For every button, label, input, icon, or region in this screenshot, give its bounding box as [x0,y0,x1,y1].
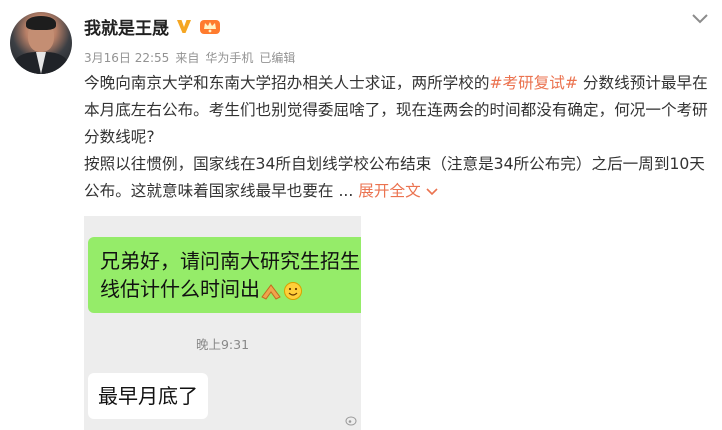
chat-timestamp: 晚上9:31 [195,337,250,352]
chat-message-line-2: 线估计什么时间出 [100,277,260,301]
author-name[interactable]: 我就是王晟 [84,14,169,39]
avatar[interactable] [10,12,72,74]
post-menu-chevron-icon[interactable] [690,12,710,26]
expand-label[interactable]: 展开全文 [358,182,420,200]
post-paragraph-1: 今晚向南京大学和东南大学招办相关人士求证，两所学校的#考研复试# 分数线预计最早… [84,70,712,151]
chat-message-line-1: 兄弟好，请问南大研究生招生分数 [100,249,361,273]
chat-bubble-received: 最早月底了 [88,373,208,419]
weibo-watermark-icon [345,416,357,426]
chat-reply-text: 最早月底了 [98,384,198,408]
post-date[interactable]: 3月16日 22:55 [84,49,169,66]
vip-crown-icon[interactable] [199,17,221,35]
chat-screenshot-image[interactable]: 兄弟好，请问南大研究生招生分数 线估计什么时间出 晚上9:31 最早月底了 [84,216,361,430]
praying-hands-emoji-icon [261,283,281,300]
post-body: 今晚向南京大学和东南大学招办相关人士求证，两所学校的#考研复试# 分数线预计最早… [84,70,712,205]
author-row: 我就是王晟 [84,14,221,39]
face-emoji-icon [284,281,302,300]
edited-label[interactable]: 已编辑 [259,49,295,66]
hashtag-link[interactable]: #考研复试# [489,74,578,92]
expand-full-text-link[interactable]: 展开全文 [358,182,438,200]
source-prefix: 来自 [175,51,200,65]
para1-start: 今晚向南京大学和东南大学招办相关人士求证，两所学校的 [84,74,490,92]
source-device: 华为手机 [205,51,254,65]
chat-bubble-sent: 兄弟好，请问南大研究生招生分数 线估计什么时间出 [88,237,361,313]
verified-v-icon [177,20,191,33]
chevron-down-icon[interactable] [425,187,439,197]
post-paragraph-2: 按照以往惯例，国家线在34所自划线学校公布结束（注意是34所公布完）之后一周到1… [84,151,712,205]
post-meta: 3月16日 22:55 来自 华为手机 已编辑 [84,49,295,66]
